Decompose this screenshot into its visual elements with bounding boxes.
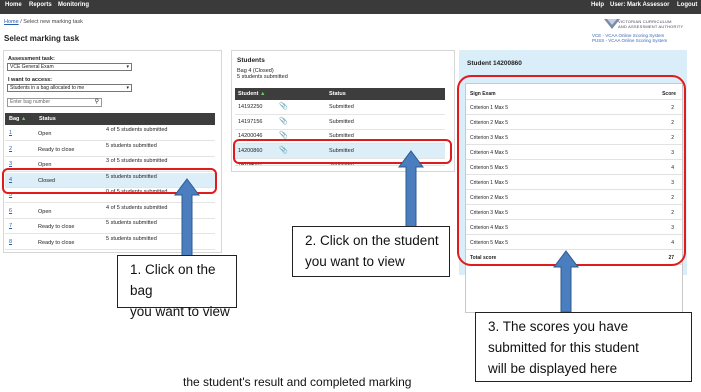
bag-number-link[interactable]: 6	[9, 208, 12, 214]
nav-help[interactable]: Help	[591, 2, 604, 8]
bag-status: Open	[38, 208, 52, 215]
access-label: I want to access:	[8, 77, 53, 83]
vcaa-logo: VICTORIAN CURRICULUM AND ASSESSMENT AUTH…	[592, 18, 696, 48]
nav-reports[interactable]: Reports	[29, 2, 52, 8]
chevron-down-icon: ▾	[126, 85, 129, 91]
paperclip-icon: 📎	[279, 132, 288, 139]
student-row[interactable]: 14192250 📎 Submitted	[235, 100, 445, 115]
nav-home[interactable]: Home	[5, 2, 22, 8]
bag-row[interactable]: 1 Open 4 of 5 students submitted	[5, 126, 215, 141]
tutorial-caption: the student's result and completed marki…	[183, 375, 412, 389]
assessment-task-select[interactable]: VCE General Exam ▾	[7, 63, 132, 71]
bag-status: Open	[38, 131, 52, 137]
bag-status: Ready to close	[38, 224, 75, 230]
student-score-title: Student 14200860	[467, 60, 522, 67]
callout-scores-displayed: 3. The scores you have submitted for thi…	[475, 312, 692, 382]
search-icon[interactable]: ⚲	[95, 99, 99, 106]
student-id[interactable]: 14192250	[238, 104, 262, 110]
breadcrumb-home-link[interactable]: Home	[4, 19, 19, 25]
bag-summary: 5 students submitted	[106, 235, 157, 242]
breadcrumb: Home / Select new marking task	[4, 19, 83, 25]
top-nav-bar: Home Reports Monitoring Help User: Mark …	[0, 0, 701, 14]
bag-summary: 4 of 5 students submitted	[106, 204, 168, 211]
student-row[interactable]: 14197156 📎 Submitted	[235, 115, 445, 130]
bag-summary: 3 of 5 students submitted	[106, 158, 168, 164]
callout-scores-line3: will be displayed here	[488, 361, 618, 376]
nav-user: User: Mark Assessor	[610, 2, 670, 8]
bag-number-link[interactable]: 8	[9, 239, 12, 245]
assessment-task-label: Assessment task:	[8, 56, 55, 62]
up-arrow-bag-icon	[174, 178, 200, 260]
nav-logout[interactable]: Logout	[677, 2, 697, 8]
scores-highlight-box	[457, 75, 686, 266]
student-id[interactable]: 14197156	[238, 119, 262, 125]
bag-summary: 4 of 5 students submitted	[106, 127, 168, 133]
paperclip-icon: 📎	[279, 117, 288, 125]
bag-row[interactable]: 2 Ready to close 5 students submitted	[5, 142, 215, 157]
student-status: Submitted	[329, 104, 354, 110]
callout-student-line2: you want to view	[305, 254, 405, 269]
logo-org-line2: AND ASSESSMENT AUTHORITY	[618, 23, 684, 29]
students-title: Students	[237, 57, 265, 64]
paperclip-icon: 📎	[279, 103, 288, 110]
breadcrumb-current: Select new marking task	[23, 19, 83, 25]
bag-summary: 5 students submitted	[106, 220, 157, 226]
bag-search-placeholder: Enter bag number	[10, 99, 51, 105]
chevron-down-icon: ▾	[126, 64, 129, 70]
student-status-column-header[interactable]: Status	[329, 91, 346, 97]
bag-number-link[interactable]: 1	[9, 130, 12, 136]
bag-number-link[interactable]: 2	[9, 146, 12, 152]
callout-bag-line2: you want to view	[130, 304, 230, 319]
page-title: Select marking task	[4, 34, 80, 43]
status-column-header[interactable]: Status	[39, 116, 56, 122]
access-value: Students in a bag allocated to me	[10, 85, 85, 91]
sort-up-icon: ▲	[260, 91, 266, 97]
bag-status: Ready to close	[38, 146, 75, 153]
callout-student-line1: 2. Click on the student	[305, 233, 439, 248]
breadcrumb-separator: /	[20, 19, 22, 25]
bag-status: Ready to close	[38, 239, 75, 246]
students-table-header: Student ▲ Status	[235, 88, 445, 100]
student-status: Submitted	[329, 118, 354, 125]
logo-organisation: VICTORIAN CURRICULUM AND ASSESSMENT AUTH…	[618, 19, 684, 29]
student-column-header[interactable]: Student ▲	[238, 91, 265, 97]
up-arrow-scores-icon	[553, 250, 579, 313]
bag-column-header[interactable]: Bag ▲	[9, 116, 26, 122]
access-select[interactable]: Students in a bag allocated to me ▾	[7, 84, 132, 92]
bag-number-link[interactable]: 3	[9, 161, 12, 167]
callout-scores-line2: submitted for this student	[488, 340, 639, 355]
callout-click-bag: 1. Click on the bag you want to view	[117, 255, 237, 319]
bag-number-search-input[interactable]: Enter bag number ⚲	[7, 98, 102, 107]
assessment-task-value: VCE General Exam	[10, 64, 54, 70]
logo-system-line2: PUSS - VCAA Online Scoring System	[592, 38, 668, 43]
nav-monitoring[interactable]: Monitoring	[58, 2, 89, 8]
callout-bag-line1: 1. Click on the bag	[130, 262, 216, 298]
callout-scores-line1: 3. The scores you have	[488, 319, 629, 334]
bag-table-header: Bag ▲ Status	[5, 113, 215, 125]
bag-number-link[interactable]: 7	[9, 223, 12, 229]
up-arrow-student-icon	[398, 150, 424, 228]
sort-up-icon: ▲	[20, 116, 27, 122]
callout-click-student: 2. Click on the student you want to view	[292, 226, 450, 277]
bag-summary: 5 students submitted	[106, 142, 157, 149]
students-submitted-info: 5 students submitted	[237, 74, 288, 80]
